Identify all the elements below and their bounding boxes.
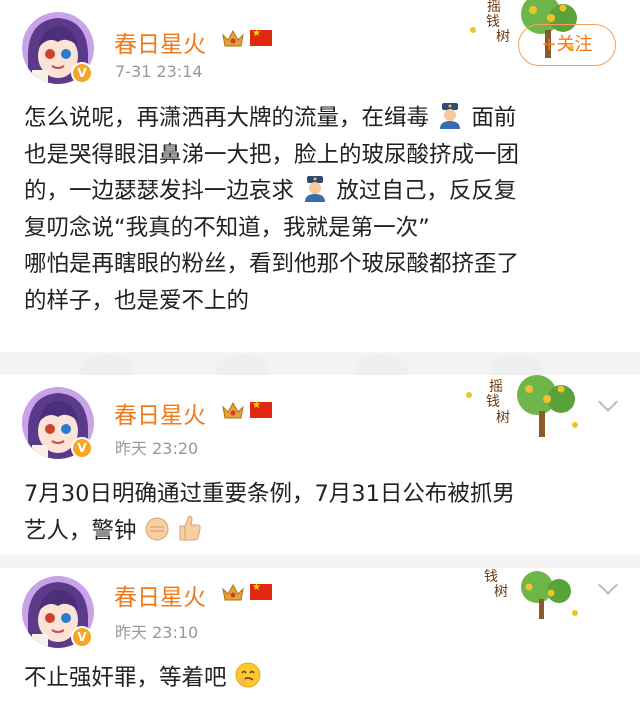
post-timestamp: 7-31 23:14 bbox=[115, 62, 203, 81]
chevron-down-icon[interactable] bbox=[598, 392, 618, 412]
content-line: 艺人，警钟 bbox=[24, 513, 624, 550]
police-officer-emoji bbox=[305, 176, 326, 202]
tree-label-2: 钱 bbox=[486, 394, 500, 410]
follow-button[interactable]: +关注 bbox=[518, 24, 616, 66]
content-line: 的样子，也是爱不上的 bbox=[24, 287, 250, 314]
post-content: 怎么说呢，再潇洒再大牌的流量，在缉毒 面前 也是哭得眼泪鼻涕一大把，脸上的玻尿酸… bbox=[24, 100, 624, 319]
comment-timestamp: 昨天 23:20 bbox=[115, 439, 199, 458]
crown-icon bbox=[222, 583, 244, 601]
fist-emoji bbox=[145, 517, 169, 540]
china-flag-icon bbox=[250, 400, 272, 418]
username[interactable]: 春日星火 bbox=[114, 396, 206, 430]
thumbs-up-emoji bbox=[179, 514, 201, 540]
china-flag-icon bbox=[250, 28, 272, 46]
crown-icon bbox=[222, 401, 244, 419]
comment-content: 7月30日明确通过重要条例，7月31日公布被抓男 艺人，警钟 bbox=[24, 476, 624, 549]
crown-icon bbox=[222, 29, 244, 47]
content-line: 怎么说呢，再潇洒再大牌的流量，在缉毒 面前 bbox=[24, 100, 624, 137]
tree-label-3: 树 bbox=[496, 410, 510, 426]
tree-label-2: 钱 bbox=[486, 14, 500, 30]
content-line: 复叨念说“我真的不知道，我就是第一次” bbox=[24, 214, 430, 241]
verified-badge-icon: V bbox=[71, 626, 93, 648]
tree-label-1: 摇 bbox=[487, 0, 501, 15]
verified-badge-icon: V bbox=[71, 62, 93, 84]
money-tree-icon bbox=[466, 375, 578, 437]
username[interactable]: 春日星火 bbox=[114, 578, 206, 612]
post-separator bbox=[0, 352, 640, 384]
tree-label-2: 树 bbox=[494, 584, 508, 600]
tree-label-1: 钱 bbox=[484, 569, 498, 585]
content-line: 不止强奸罪，等着吧 bbox=[24, 660, 624, 697]
content-line: 7月30日明确通过重要条例，7月31日公布被抓男 bbox=[24, 481, 515, 507]
tree-label-3: 树 bbox=[496, 29, 510, 45]
comment-card: V 春日星火 昨天 23:20 摇 钱 树 7月30日明确通过重要条例，7月31… bbox=[0, 375, 640, 555]
money-tree-icon bbox=[521, 571, 578, 619]
post-card: V 春日星火 7-31 23:14 摇 钱 树 +关注 怎么说呢，再潇洒再大牌的… bbox=[0, 0, 640, 352]
verified-badge-icon: V bbox=[71, 437, 93, 459]
username[interactable]: 春日星火 bbox=[114, 25, 206, 59]
comment-timestamp: 昨天 23:10 bbox=[115, 623, 199, 642]
police-officer-emoji bbox=[440, 103, 461, 129]
post-separator bbox=[0, 555, 640, 568]
comment-card: V 春日星火 昨天 23:10 钱 树 不止强奸罪，等着吧 bbox=[0, 568, 640, 720]
chevron-down-icon[interactable] bbox=[598, 575, 618, 595]
tree-label-1: 摇 bbox=[489, 379, 503, 395]
comment-content: 不止强奸罪，等着吧 bbox=[24, 660, 624, 697]
china-flag-icon bbox=[250, 582, 272, 600]
content-line: 哪怕是再瞎眼的粉丝，看到他那个玻尿酸都挤歪了 bbox=[24, 251, 520, 277]
content-line: 的，一边瑟瑟发抖一边哀求 放过自己，反反复 bbox=[24, 173, 624, 210]
holding-back-tears-emoji bbox=[235, 662, 261, 688]
content-line: 也是哭得眼泪鼻涕一大把，脸上的玻尿酸挤成一团 bbox=[24, 141, 520, 168]
